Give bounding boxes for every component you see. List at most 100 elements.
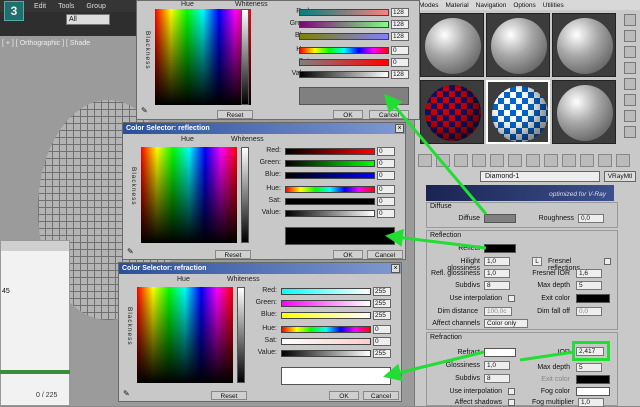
sat-slider[interactable] [281,338,371,345]
refraction-interpolation-checkbox[interactable] [508,388,515,395]
reset-icon[interactable] [472,153,486,167]
hilight-glossiness-field[interactable]: 1,0 [484,257,510,266]
hue-slider[interactable] [281,326,371,333]
value-field[interactable]: 128 [391,70,409,79]
hue-slider[interactable] [299,47,389,54]
get-material-icon[interactable] [418,153,432,167]
whiteness-bar[interactable] [241,147,249,243]
sat-field[interactable]: 0 [391,58,409,67]
cancel-button[interactable]: Cancel [369,110,409,119]
hue-field[interactable]: 0 [377,185,395,194]
material-slot[interactable] [552,13,616,77]
cancel-button[interactable]: Cancel [363,391,399,400]
material-id-icon[interactable] [544,153,558,167]
hue-field[interactable]: 0 [391,46,409,55]
sat-field[interactable]: 0 [377,197,395,206]
ok-button[interactable]: OK [329,391,359,400]
diffuse-color-swatch[interactable] [484,214,516,223]
sat-field[interactable]: 0 [373,337,391,346]
reset-button[interactable]: Reset [215,250,251,259]
blue-field[interactable]: 0 [377,171,395,180]
dim-falloff-field[interactable]: 0,0 [576,307,602,316]
red-field[interactable]: 128 [391,8,409,17]
menu-options[interactable]: Options [513,2,535,9]
eyedropper-icon[interactable]: ✎ [123,389,132,398]
hue-spectrum[interactable] [141,147,237,243]
reflection-exit-color-swatch[interactable] [576,294,610,303]
whiteness-bar[interactable] [237,287,245,383]
red-slider[interactable] [285,148,375,155]
green-slider[interactable] [285,160,375,167]
reset-button[interactable]: Reset [217,110,253,119]
ok-button[interactable]: OK [333,110,363,119]
hilight-lock-button[interactable]: L [532,257,542,266]
hue-spectrum[interactable] [155,9,251,105]
reflect-color-swatch[interactable] [484,244,516,253]
close-icon[interactable]: × [395,124,404,133]
menu-modes[interactable]: Modes [419,2,439,9]
refl-glossiness-field[interactable]: 1,0 [484,269,510,278]
assign-icon[interactable] [454,153,468,167]
close-icon[interactable]: × [391,264,400,273]
select-by-material-icon[interactable] [624,126,636,138]
refraction-exit-color-swatch[interactable] [576,375,610,384]
eyedropper-icon[interactable]: ✎ [141,106,150,115]
hue-field[interactable]: 0 [373,325,391,334]
put-to-scene-icon[interactable] [436,153,450,167]
green-field[interactable]: 0 [377,159,395,168]
value-slider[interactable] [299,71,389,78]
fog-color-swatch[interactable] [576,387,610,396]
sample-type-icon[interactable] [624,14,636,26]
go-sibling-icon[interactable] [616,153,630,167]
menu-edit[interactable]: Edit [34,3,46,10]
red-slider[interactable] [299,9,389,16]
green-field[interactable]: 255 [373,299,391,308]
unique-icon[interactable] [508,153,522,167]
fresnel-reflections-checkbox[interactable] [604,258,611,265]
make-preview-icon[interactable] [624,94,636,106]
blue-slider[interactable] [281,312,371,319]
selection-filter-dropdown[interactable]: All [66,14,110,25]
reset-button[interactable]: Reset [211,391,247,400]
value-field[interactable]: 255 [373,349,391,358]
red-field[interactable]: 0 [377,147,395,156]
reflection-subdivs-field[interactable]: 8 [484,281,510,290]
material-slot[interactable] [420,80,484,144]
dim-distance-field[interactable]: 100,0c [484,307,512,316]
sat-slider[interactable] [285,198,375,205]
menu-material[interactable]: Material [446,2,469,9]
reflection-max-depth-field[interactable]: 5 [576,281,602,290]
menu-utilities[interactable]: Utilities [543,2,564,9]
show-map-icon[interactable] [562,153,576,167]
green-slider[interactable] [281,300,371,307]
refraction-max-depth-field[interactable]: 5 [576,363,602,372]
menu-group[interactable]: Group [86,3,105,10]
value-slider[interactable] [285,210,375,217]
blue-field[interactable]: 255 [373,311,391,320]
material-slot[interactable] [420,13,484,77]
material-type-button[interactable]: VRayMtl [604,171,636,182]
app-logo[interactable]: 3 [4,1,24,21]
material-slot-active[interactable] [486,80,550,144]
background-icon[interactable] [624,46,636,58]
menu-navigation[interactable]: Navigation [476,2,507,9]
green-slider[interactable] [299,21,389,28]
roughness-field[interactable]: 0,0 [578,214,604,223]
eyedropper-icon[interactable]: ✎ [127,247,136,256]
sat-slider[interactable] [299,59,389,66]
affect-channels-dropdown[interactable]: Color only [484,319,528,328]
reflection-interpolation-checkbox[interactable] [508,295,515,302]
options-icon[interactable] [624,110,636,122]
video-check-icon[interactable] [624,78,636,90]
whiteness-bar[interactable] [241,9,249,105]
go-parent-icon[interactable] [598,153,612,167]
hue-slider[interactable] [285,186,375,193]
green-field[interactable]: 128 [391,20,409,29]
blue-field[interactable]: 128 [391,32,409,41]
menu-tools[interactable]: Tools [58,3,74,10]
value-field[interactable]: 0 [377,209,395,218]
material-name-field[interactable]: Diamond-1 [480,171,600,182]
fresnel-ior-field[interactable]: 1,6 [576,269,602,278]
viewport-label[interactable]: [ + ] [ Orthographic ] [ Shade [2,40,90,47]
show-end-icon[interactable] [580,153,594,167]
